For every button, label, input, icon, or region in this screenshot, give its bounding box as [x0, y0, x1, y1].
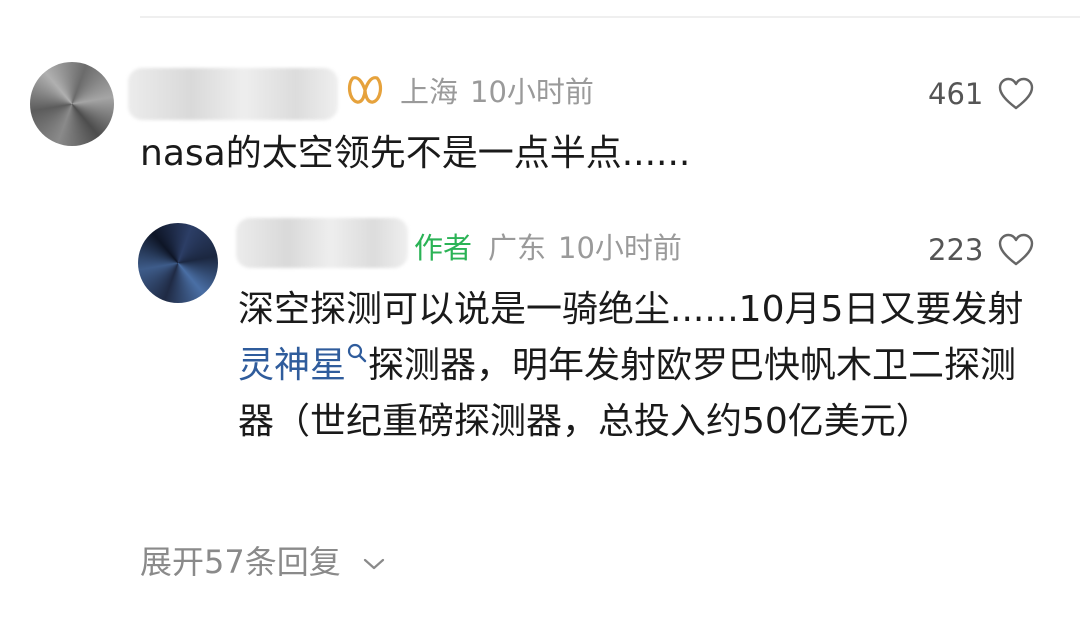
top-divider [140, 16, 1080, 18]
comment-text[interactable]: nasa的太空领先不是一点半点...... [140, 126, 690, 182]
commenter-name-blurred[interactable] [128, 68, 338, 120]
chevron-down-icon [363, 558, 384, 570]
search-link[interactable]: 灵神星 [238, 343, 368, 386]
comment-like-count: 461 [928, 77, 984, 111]
heart-icon[interactable] [998, 233, 1034, 267]
comment-time: 10小时前 [470, 75, 594, 109]
reply-location: 广东 [488, 231, 547, 265]
comment-location: 上海 [400, 75, 459, 109]
expand-replies-button[interactable]: 展开57条回复 [140, 540, 385, 584]
reply-meta: 广东 10小时前 [488, 228, 682, 268]
author-name-blurred[interactable] [236, 218, 408, 268]
author-avatar[interactable] [138, 223, 218, 303]
search-link-label: 灵神星 [238, 345, 347, 386]
expand-replies-label: 展开57条回复 [140, 543, 341, 581]
commenter-avatar[interactable] [30, 62, 114, 146]
reply-text-before-link: 深空探测可以说是一骑绝尘......10月5日又要发射 [238, 289, 1024, 330]
vip-badge-icon [347, 76, 383, 104]
comment-meta: 上海 10小时前 [400, 72, 594, 112]
reply-like-count: 223 [928, 233, 984, 267]
search-icon [347, 343, 367, 363]
author-tag: 作者 [414, 231, 473, 265]
heart-icon[interactable] [998, 77, 1034, 111]
reply-text[interactable]: 深空探测可以说是一骑绝尘......10月5日又要发射灵神星 探测器，明年发射欧罗… [238, 282, 1048, 450]
reply-time: 10小时前 [558, 231, 682, 265]
